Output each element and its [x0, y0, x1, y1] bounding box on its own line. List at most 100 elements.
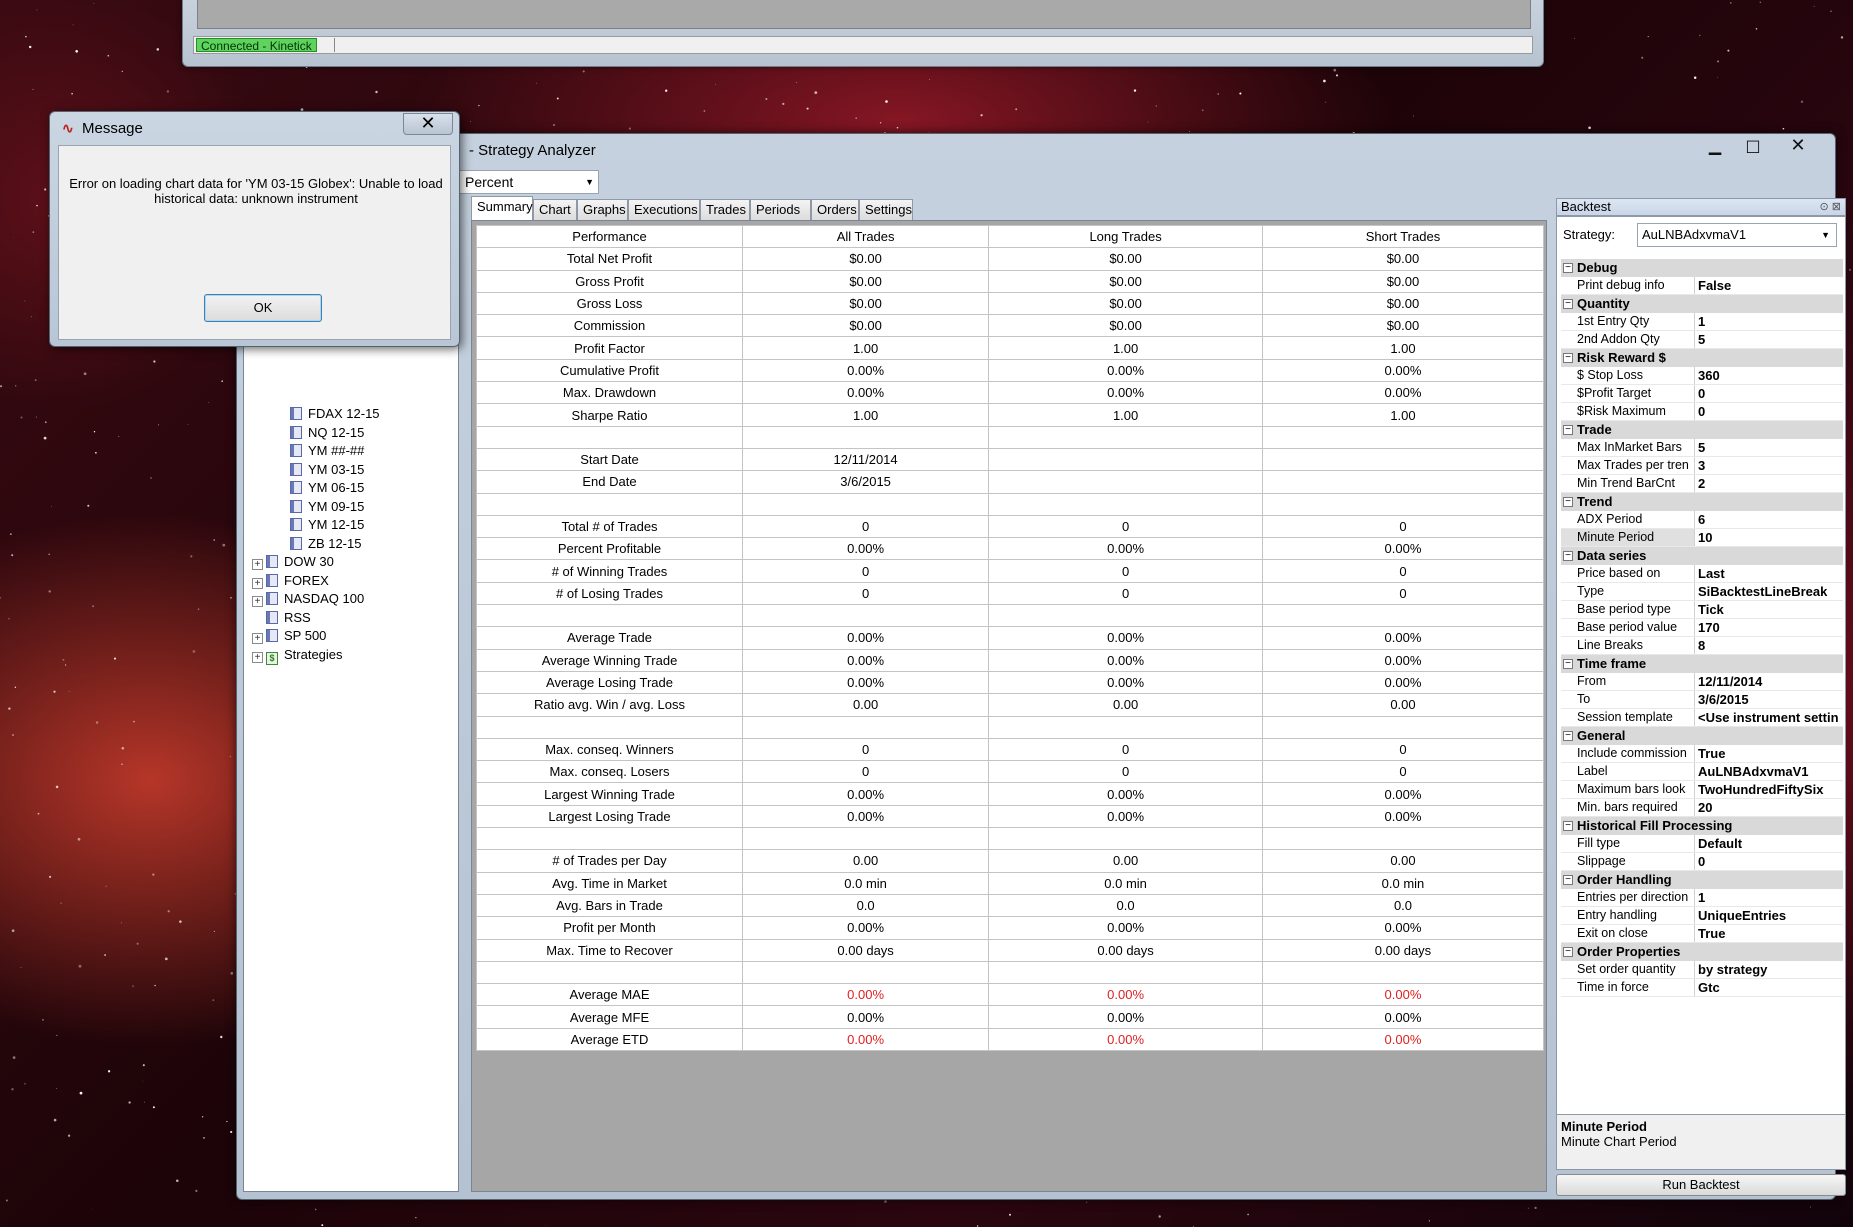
property-row[interactable]: Min Trend BarCnt 2 [1561, 475, 1843, 493]
tree-item[interactable]: RSS [252, 609, 311, 627]
property-category[interactable]: − General [1561, 727, 1843, 745]
property-value[interactable]: 2 [1695, 475, 1843, 492]
property-value[interactable]: 8 [1695, 637, 1843, 654]
property-value[interactable]: 0 [1695, 385, 1843, 402]
property-row[interactable]: 1st Entry Qty 1 [1561, 313, 1843, 331]
property-value[interactable]: 3 [1695, 457, 1843, 474]
property-row[interactable]: Set order quantity by strategy [1561, 961, 1843, 979]
collapse-icon[interactable]: − [1563, 425, 1573, 435]
collapse-icon[interactable]: − [1563, 947, 1573, 957]
property-category[interactable]: − Time frame [1561, 655, 1843, 673]
property-row[interactable]: Print debug info False [1561, 277, 1843, 295]
property-value[interactable]: Gtc [1695, 979, 1843, 996]
collapse-icon[interactable]: − [1563, 263, 1573, 273]
display-unit-dropdown[interactable]: Percent ▼ [459, 170, 599, 194]
property-value[interactable]: 12/11/2014 [1695, 673, 1843, 690]
property-value[interactable]: TwoHundredFiftySix [1695, 781, 1843, 798]
collapse-icon[interactable]: − [1563, 875, 1573, 885]
property-row[interactable]: Fill type Default [1561, 835, 1843, 853]
tree-item[interactable]: + NASDAQ 100 [252, 590, 364, 608]
property-value[interactable]: AuLNBAdxvmaV1 [1695, 763, 1843, 780]
property-value[interactable]: False [1695, 277, 1843, 294]
strategy-dropdown[interactable]: AuLNBAdxvmaV1 ▼ [1637, 223, 1837, 247]
property-value[interactable]: 6 [1695, 511, 1843, 528]
dialog-close-button[interactable]: ✕ [403, 113, 453, 135]
collapse-icon[interactable]: − [1563, 821, 1573, 831]
property-value[interactable]: by strategy [1695, 961, 1843, 978]
property-value[interactable]: 10 [1695, 529, 1843, 546]
tree-item[interactable]: + $ Strategies [252, 646, 343, 665]
pin-close-icons[interactable]: ⊙ ⊠ [1820, 199, 1842, 215]
tree-item[interactable]: + DOW 30 [252, 553, 334, 571]
property-value[interactable]: Last [1695, 565, 1843, 582]
minimize-button[interactable]: ▁ [1695, 136, 1735, 158]
property-row[interactable]: Maximum bars look TwoHundredFiftySix [1561, 781, 1843, 799]
property-value[interactable]: Default [1695, 835, 1843, 852]
collapse-icon[interactable]: − [1563, 659, 1573, 669]
property-row[interactable]: Type SiBacktestLineBreak [1561, 583, 1843, 601]
tree-item[interactable]: ZB 12-15 [290, 535, 361, 553]
maximize-button[interactable]: □ [1733, 136, 1773, 158]
property-row[interactable]: Time in force Gtc [1561, 979, 1843, 997]
property-category[interactable]: − Order Handling [1561, 871, 1843, 889]
property-value[interactable]: True [1695, 925, 1843, 942]
property-row[interactable]: Include commission True [1561, 745, 1843, 763]
expand-toggle-icon[interactable]: + [252, 651, 263, 663]
property-value[interactable]: 3/6/2015 [1695, 691, 1843, 708]
property-row[interactable]: Session template <Use instrument settin [1561, 709, 1843, 727]
property-row[interactable]: Max Trades per tren 3 [1561, 457, 1843, 475]
tree-item[interactable]: YM 12-15 [290, 516, 364, 534]
property-category[interactable]: − Trend [1561, 493, 1843, 511]
property-value[interactable]: 0 [1695, 853, 1843, 870]
tab-periods[interactable]: Periods [750, 199, 811, 220]
property-row[interactable]: Base period value 170 [1561, 619, 1843, 637]
tree-item[interactable]: YM 03-15 [290, 461, 364, 479]
property-row[interactable]: From 12/11/2014 [1561, 673, 1843, 691]
property-row[interactable]: Slippage 0 [1561, 853, 1843, 871]
property-row[interactable]: Price based on Last [1561, 565, 1843, 583]
property-value[interactable]: 5 [1695, 331, 1843, 348]
property-row[interactable]: Max InMarket Bars 5 [1561, 439, 1843, 457]
property-category[interactable]: − Debug [1561, 259, 1843, 277]
tab-trades[interactable]: Trades [700, 199, 750, 220]
expand-toggle-icon[interactable]: + [252, 633, 263, 644]
property-category[interactable]: − Trade [1561, 421, 1843, 439]
tab-settings[interactable]: Settings [859, 199, 913, 220]
property-value[interactable]: 20 [1695, 799, 1843, 816]
property-category[interactable]: − Quantity [1561, 295, 1843, 313]
property-row[interactable]: $ Stop Loss 360 [1561, 367, 1843, 385]
close-button[interactable]: ✕ [1773, 136, 1823, 158]
property-row[interactable]: $Risk Maximum 0 [1561, 403, 1843, 421]
tree-item[interactable]: + SP 500 [252, 627, 326, 645]
property-value[interactable]: 170 [1695, 619, 1843, 636]
collapse-icon[interactable]: − [1563, 299, 1573, 309]
property-value[interactable]: UniqueEntries [1695, 907, 1843, 924]
expand-toggle-icon[interactable]: + [252, 559, 263, 570]
tree-item[interactable]: + FOREX [252, 572, 329, 590]
property-value[interactable]: 1 [1695, 313, 1843, 330]
tab-executions[interactable]: Executions [628, 199, 700, 220]
tree-item[interactable]: NQ 12-15 [290, 424, 364, 442]
property-row[interactable]: Min. bars required 20 [1561, 799, 1843, 817]
property-value[interactable]: 360 [1695, 367, 1843, 384]
property-value[interactable]: <Use instrument settin [1695, 709, 1843, 726]
property-row[interactable]: $Profit Target 0 [1561, 385, 1843, 403]
property-row[interactable]: To 3/6/2015 [1561, 691, 1843, 709]
ok-button[interactable]: OK [204, 294, 322, 322]
tab-orders[interactable]: Orders [811, 199, 859, 220]
property-row[interactable]: Line Breaks 8 [1561, 637, 1843, 655]
property-row[interactable]: Minute Period 10 [1561, 529, 1843, 547]
collapse-icon[interactable]: − [1563, 551, 1573, 561]
property-row[interactable]: Entry handling UniqueEntries [1561, 907, 1843, 925]
property-value[interactable]: Tick [1695, 601, 1843, 618]
property-value[interactable]: 5 [1695, 439, 1843, 456]
property-value[interactable]: True [1695, 745, 1843, 762]
property-value[interactable]: 0 [1695, 403, 1843, 420]
property-category[interactable]: − Risk Reward $ [1561, 349, 1843, 367]
property-row[interactable]: Base period type Tick [1561, 601, 1843, 619]
tab-graphs[interactable]: Graphs [577, 199, 628, 220]
run-backtest-button[interactable]: Run Backtest [1556, 1174, 1846, 1196]
collapse-icon[interactable]: − [1563, 353, 1573, 363]
collapse-icon[interactable]: − [1563, 731, 1573, 741]
property-row[interactable]: Label AuLNBAdxvmaV1 [1561, 763, 1843, 781]
